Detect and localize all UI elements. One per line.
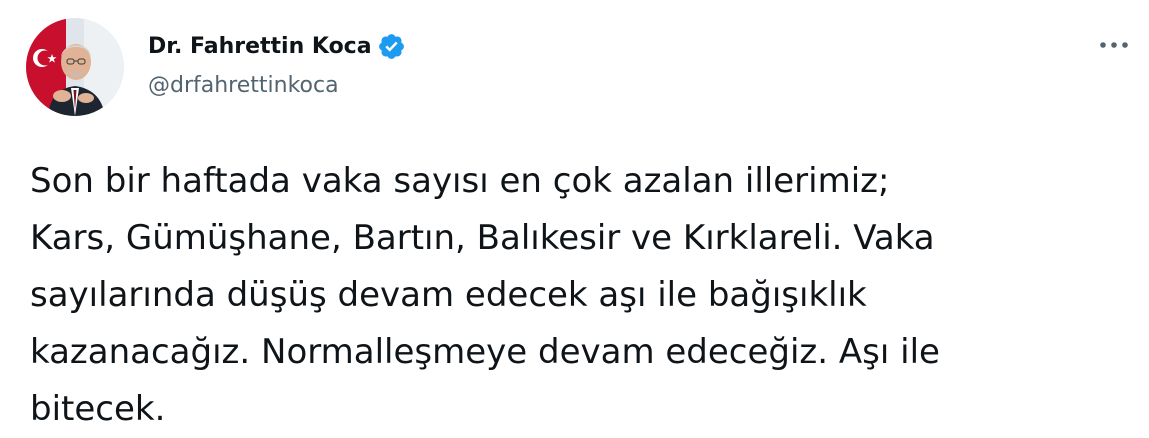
tweet-text-line: sayılarında düşüş devam edecek aşı ile b…: [30, 275, 867, 315]
tweet-text-line: bitecek.: [30, 389, 166, 429]
author-avatar[interactable]: [26, 18, 124, 116]
author-display-name[interactable]: Dr. Fahrettin Koca: [148, 34, 372, 59]
tweet-text-line: kazanacağız. Normalleşmeye devam edeceği…: [30, 332, 940, 372]
author-name-row: Dr. Fahrettin Koca: [148, 30, 406, 62]
more-options-icon: [1100, 42, 1128, 48]
author-handle[interactable]: @drfahrettinkoca: [148, 73, 339, 98]
more-options-button[interactable]: [1094, 34, 1134, 56]
tweet-card: Dr. Fahrettin Koca @drfahrettinkoca Son …: [0, 0, 1149, 436]
avatar-image: [26, 18, 124, 116]
verified-badge-icon: [377, 32, 406, 61]
tweet-text-line: Son bir haftada vaka sayısı en çok azala…: [30, 161, 890, 201]
tweet-text-line: Kars, Gümüşhane, Bartın, Balıkesir ve Kı…: [30, 218, 935, 258]
tweet-text: Son bir haftada vaka sayısı en çok azala…: [30, 153, 1115, 438]
